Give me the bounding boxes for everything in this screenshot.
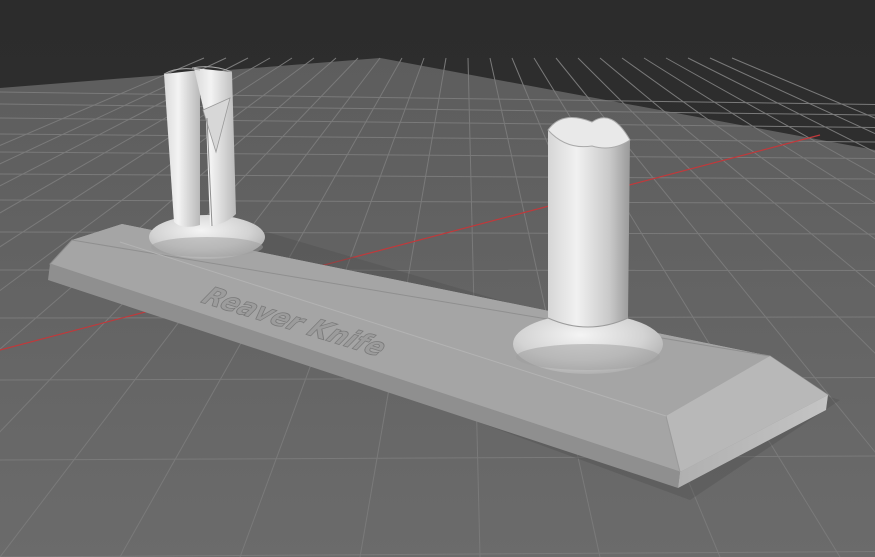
right-cylinder-post [547, 117, 631, 328]
left-split-post [163, 66, 236, 227]
left-dome-shadow [151, 237, 263, 257]
viewport-canvas[interactable]: Reaver Knife [0, 0, 875, 557]
right-dome-shadow [516, 344, 660, 370]
3d-viewport[interactable]: Reaver Knife [0, 0, 875, 557]
